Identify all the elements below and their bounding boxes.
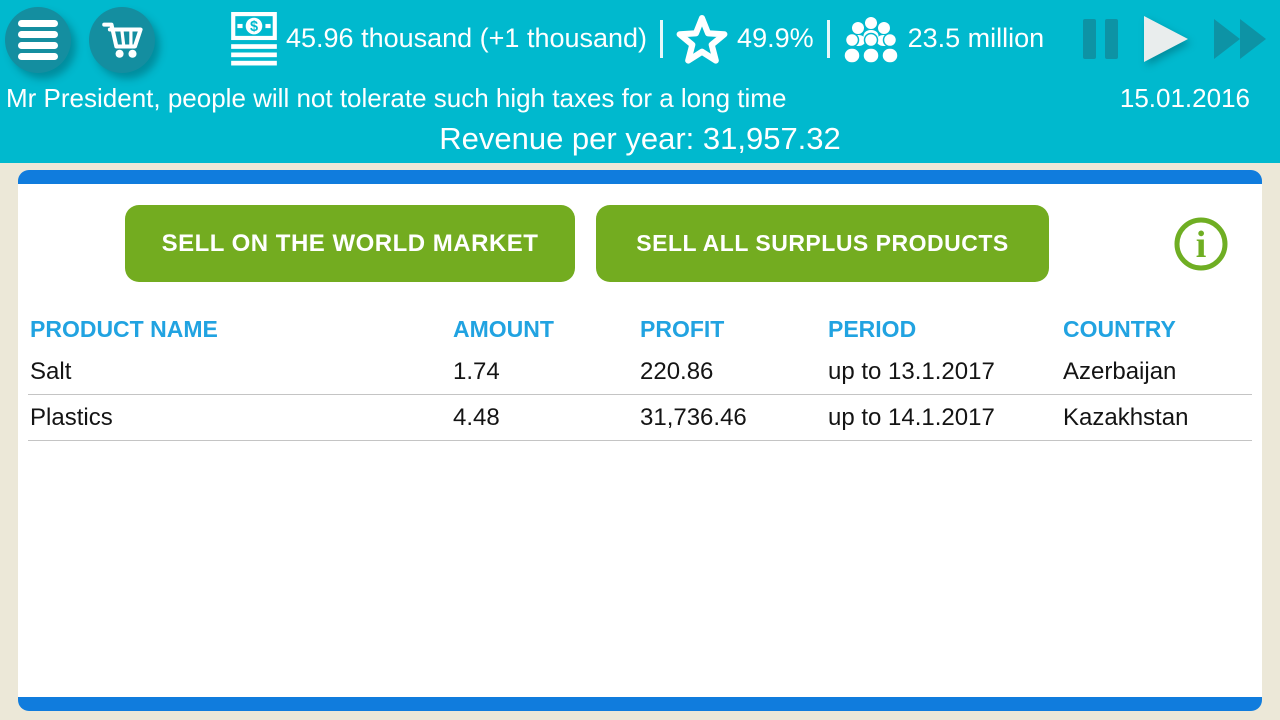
cell-amount: 4.48 bbox=[453, 404, 640, 432]
sell-surplus-button[interactable]: SELL ALL SURPLUS PRODUCTS bbox=[596, 205, 1049, 282]
game-screen: $ 45.96 thousand (+1 thousand) bbox=[0, 0, 1280, 163]
rating-value: 49.9% bbox=[737, 23, 814, 54]
contracts-table: PRODUCT NAME AMOUNT PROFIT PERIOD COUNTR… bbox=[18, 309, 1262, 441]
fast-forward-icon bbox=[1214, 19, 1266, 59]
table-row[interactable]: Plastics 4.48 31,736.46 up to 14.1.2017 … bbox=[28, 395, 1252, 441]
pause-icon bbox=[1083, 19, 1118, 59]
money-value: 45.96 thousand (+1 thousand) bbox=[286, 23, 647, 54]
stat-separator bbox=[660, 20, 663, 58]
speed-controls bbox=[1083, 16, 1266, 62]
revenue-line: Revenue per year: 31,957.32 bbox=[0, 121, 1280, 157]
play-button[interactable] bbox=[1144, 16, 1188, 62]
hamburger-menu-icon bbox=[18, 20, 58, 60]
column-header-product: PRODUCT NAME bbox=[30, 316, 453, 343]
population-value: 23.5 million bbox=[908, 23, 1045, 54]
svg-text:i: i bbox=[1196, 224, 1207, 266]
fast-forward-button[interactable] bbox=[1214, 19, 1266, 59]
cell-profit: 220.86 bbox=[640, 358, 828, 386]
column-header-amount: AMOUNT bbox=[453, 316, 640, 343]
panel-body: SELL ON THE WORLD MARKET SELL ALL SURPLU… bbox=[18, 184, 1262, 697]
shopping-cart-icon bbox=[101, 19, 143, 61]
cell-product: Salt bbox=[30, 358, 453, 386]
money-stack-icon: $ bbox=[231, 12, 277, 66]
cell-period: up to 14.1.2017 bbox=[828, 404, 1063, 432]
table-header-row: PRODUCT NAME AMOUNT PROFIT PERIOD COUNTR… bbox=[28, 309, 1252, 349]
cell-country: Azerbaijan bbox=[1063, 358, 1250, 386]
info-button[interactable]: i bbox=[1173, 216, 1229, 272]
advisor-message: Mr President, people will not tolerate s… bbox=[6, 83, 786, 114]
panel-bottom-border bbox=[18, 697, 1262, 711]
game-date: 15.01.2016 bbox=[1120, 83, 1250, 114]
actions-row: SELL ON THE WORLD MARKET SELL ALL SURPLU… bbox=[18, 205, 1262, 282]
menu-button[interactable] bbox=[5, 7, 71, 73]
column-header-period: PERIOD bbox=[828, 316, 1063, 343]
svg-text:$: $ bbox=[250, 19, 258, 35]
stats-group: $ 45.96 thousand (+1 thousand) bbox=[231, 12, 1044, 66]
world-market-panel: SELL ON THE WORLD MARKET SELL ALL SURPLU… bbox=[18, 170, 1262, 711]
cart-button[interactable] bbox=[89, 7, 155, 73]
play-icon bbox=[1144, 16, 1188, 62]
sell-world-market-button[interactable]: SELL ON THE WORLD MARKET bbox=[125, 205, 575, 282]
star-icon bbox=[676, 14, 728, 64]
table-row[interactable]: Salt 1.74 220.86 up to 13.1.2017 Azerbai… bbox=[28, 349, 1252, 395]
population-icon bbox=[843, 15, 899, 63]
pause-button[interactable] bbox=[1083, 19, 1118, 59]
content-area: SELL ON THE WORLD MARKET SELL ALL SURPLU… bbox=[18, 170, 1262, 711]
top-bar: $ 45.96 thousand (+1 thousand) bbox=[0, 0, 1280, 163]
top-bar-stats-row: $ 45.96 thousand (+1 thousand) bbox=[0, 0, 1280, 77]
money-stat[interactable]: $ 45.96 thousand (+1 thousand) bbox=[231, 12, 647, 66]
cell-country: Kazakhstan bbox=[1063, 404, 1250, 432]
info-icon: i bbox=[1173, 260, 1229, 275]
cell-profit: 31,736.46 bbox=[640, 404, 828, 432]
population-stat[interactable]: 23.5 million bbox=[843, 15, 1045, 63]
rating-stat[interactable]: 49.9% bbox=[676, 14, 814, 64]
cell-period: up to 13.1.2017 bbox=[828, 358, 1063, 386]
stat-separator bbox=[827, 20, 830, 58]
column-header-profit: PROFIT bbox=[640, 316, 828, 343]
cell-amount: 1.74 bbox=[453, 358, 640, 386]
ticker-row: Mr President, people will not tolerate s… bbox=[0, 77, 1280, 119]
column-header-country: COUNTRY bbox=[1063, 316, 1250, 343]
panel-top-border bbox=[18, 170, 1262, 184]
cell-product: Plastics bbox=[30, 404, 453, 432]
